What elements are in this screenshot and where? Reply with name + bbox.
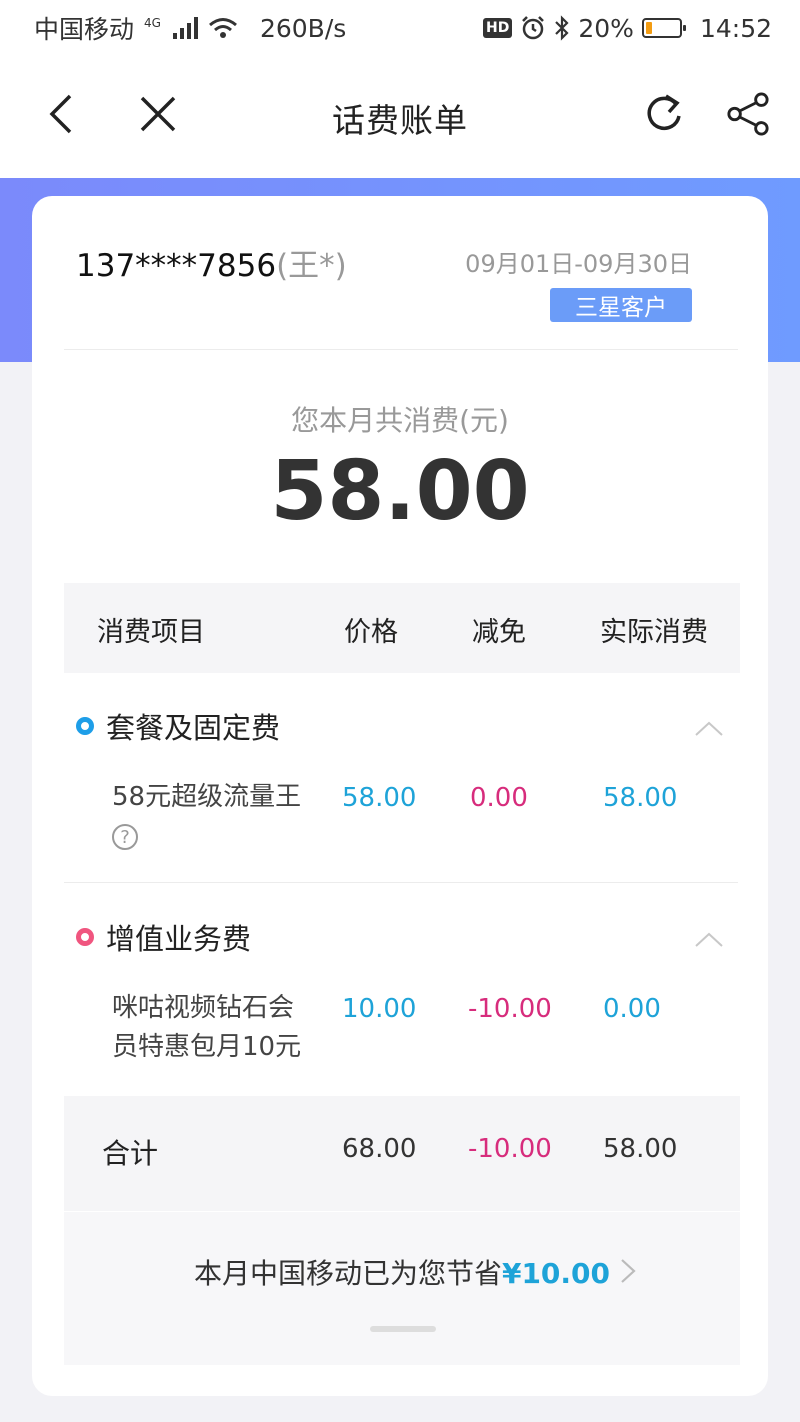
saving-amount: ¥10.00 xyxy=(501,1257,611,1290)
item-actual: 58.00 xyxy=(603,783,678,813)
bluetooth-icon xyxy=(555,15,569,41)
bill-card: 137****7856(王*) 09月01日-09月30日 三星客户 您本月共消… xyxy=(32,196,768,1396)
refresh-icon[interactable] xyxy=(642,92,686,136)
category-name: 套餐及固定费 xyxy=(106,711,281,745)
divider xyxy=(64,349,738,350)
total-discount: -10.00 xyxy=(468,1134,552,1164)
header-price: 价格 xyxy=(344,617,398,648)
alarm-icon xyxy=(522,16,545,40)
signal-icon xyxy=(172,17,198,39)
item-actual: 0.00 xyxy=(603,994,661,1024)
saving-prefix: 本月中国移动已为您节省 xyxy=(193,1257,502,1290)
chevron-up-icon[interactable] xyxy=(694,718,724,738)
chevron-up-icon[interactable] xyxy=(694,929,724,949)
drag-handle xyxy=(370,1326,436,1332)
clock: 14:52 xyxy=(699,13,772,43)
hd-badge: HD xyxy=(483,18,513,38)
customer-level-badge: 三星客户 xyxy=(550,288,692,322)
battery-percent: 20% xyxy=(578,13,634,43)
total-row: 合计 68.00 -10.00 58.00 xyxy=(64,1096,740,1211)
total-price: 68.00 xyxy=(342,1134,417,1164)
account-owner: (王*) xyxy=(276,248,347,284)
item-discount: 0.00 xyxy=(470,783,528,813)
battery-icon xyxy=(641,18,686,38)
item-discount: -10.00 xyxy=(468,994,552,1024)
item-price: 58.00 xyxy=(342,783,417,813)
carrier-label: 中国移动 xyxy=(34,15,135,44)
item-name: 58元超级流量王 xyxy=(112,782,302,812)
category-header-value-added[interactable]: 增值业务费 xyxy=(76,916,251,958)
header-discount: 减免 xyxy=(472,617,526,648)
nav-bar: 话费账单 xyxy=(0,56,800,178)
total-label: 合计 xyxy=(102,1137,159,1170)
battery-level-fill xyxy=(645,22,653,34)
category-header-package[interactable]: 套餐及固定费 xyxy=(76,705,280,747)
status-right: HD 20% 14:52 xyxy=(483,14,772,43)
total-amount: 58.00 xyxy=(270,444,530,539)
saving-banner[interactable]: 本月中国移动已为您节省¥10.00 xyxy=(64,1212,740,1365)
network-speed: 260B/s xyxy=(259,13,347,43)
phone-number: 137****7856 xyxy=(76,248,277,284)
status-bar: 中国移动 4G 260B/s HD 20% 14:52 xyxy=(0,0,800,56)
item-price: 10.00 xyxy=(342,994,417,1024)
total-actual: 58.00 xyxy=(603,1134,678,1164)
table-header: 消费项目 价格 减免 实际消费 xyxy=(64,583,740,673)
divider xyxy=(64,882,738,883)
saving-text: 本月中国移动已为您节省¥10.00 xyxy=(64,1252,740,1292)
category-name: 增值业务费 xyxy=(106,922,252,956)
billing-period: 09月01日-09月30日 xyxy=(465,250,692,278)
account-phone: 137****7856(王*) xyxy=(76,240,347,285)
category-dot-icon xyxy=(76,928,94,946)
header-item: 消费项目 xyxy=(97,617,205,648)
status-left: 中国移动 4G 260B/s xyxy=(34,10,346,46)
header-actual: 实际消费 xyxy=(600,617,708,648)
chevron-right-icon[interactable] xyxy=(618,1256,638,1286)
wifi-icon xyxy=(208,18,237,38)
share-icon[interactable] xyxy=(726,92,770,136)
item-name: 咪咕视频钻石会员特惠包月10元 xyxy=(112,993,302,1062)
help-icon[interactable]: ? xyxy=(112,824,138,850)
network-type: 4G xyxy=(144,16,161,30)
category-dot-icon xyxy=(76,717,94,735)
total-caption: 您本月共消费(元) xyxy=(291,404,509,437)
